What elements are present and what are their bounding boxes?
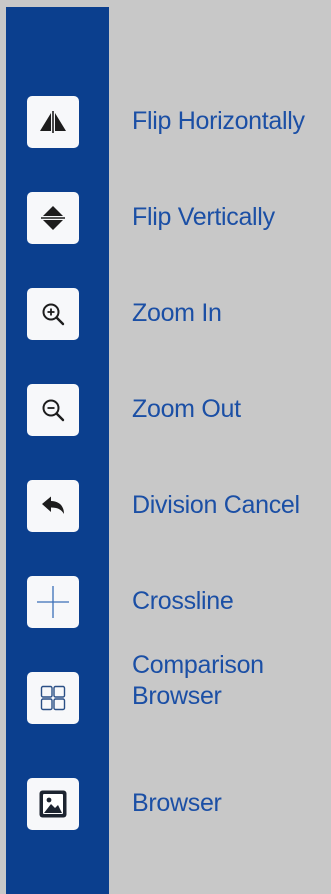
zoom-out-button[interactable]	[27, 384, 79, 436]
tool-label: Browser	[132, 789, 222, 817]
tool-label: Division Cancel	[132, 491, 300, 519]
comparison-browser-button[interactable]	[27, 672, 79, 724]
division-cancel-button[interactable]	[27, 480, 79, 532]
zoom-in-button[interactable]	[27, 288, 79, 340]
tool-row-flip-horizontally: Flip Horizontally	[0, 96, 331, 162]
tool-label: Zoom In	[132, 299, 222, 327]
crossline-icon	[37, 586, 69, 618]
tool-label: Crossline	[132, 587, 234, 615]
flip-vertically-button[interactable]	[27, 192, 79, 244]
tool-row-comparison-browser: Comparison Browser	[0, 651, 331, 738]
tool-row-crossline: Crossline	[0, 576, 331, 642]
zoom-out-icon	[42, 399, 65, 422]
grid-layout-icon	[40, 685, 66, 711]
tool-label: Comparison Browser	[132, 650, 264, 712]
tool-label: Flip Vertically	[132, 203, 275, 231]
tool-label: Zoom Out	[132, 395, 241, 423]
tool-row-browser: Browser	[0, 778, 331, 844]
tool-row-flip-vertically: Flip Vertically	[0, 192, 331, 258]
tool-row-zoom-out: Zoom Out	[0, 384, 331, 450]
tool-label: Flip Horizontally	[132, 107, 305, 135]
flip-horizontally-button[interactable]	[27, 96, 79, 148]
tool-label-line-2: Browser	[132, 682, 222, 710]
tool-legend-panel: Flip Horizontally Flip Vertically Zoom I…	[0, 0, 331, 894]
tool-label-line-1: Comparison	[132, 651, 264, 679]
browser-button[interactable]	[27, 778, 79, 830]
flip-vertical-icon	[41, 206, 65, 230]
flip-horizontal-icon	[40, 111, 66, 133]
tool-row-zoom-in: Zoom In	[0, 288, 331, 354]
zoom-in-icon	[42, 303, 65, 326]
tool-row-division-cancel: Division Cancel	[0, 480, 331, 546]
undo-arrow-icon	[42, 496, 64, 514]
image-browser-icon	[39, 790, 67, 818]
crossline-button[interactable]	[27, 576, 79, 628]
